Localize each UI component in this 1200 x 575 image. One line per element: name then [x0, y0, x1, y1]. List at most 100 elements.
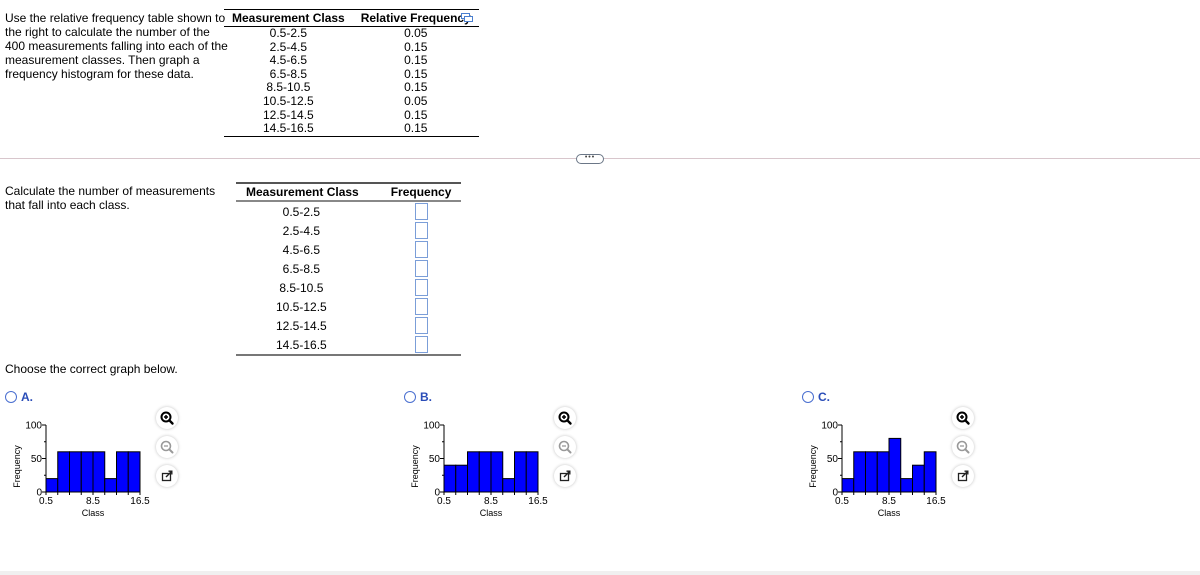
class-cell: 12.5-14.5: [276, 318, 327, 333]
histogram-bar: [57, 451, 70, 493]
frequency-input[interactable]: [414, 260, 428, 277]
freq-table-row: 2.5-4.5: [236, 221, 461, 240]
y-tick-label: 50: [429, 454, 441, 465]
relative-frequency-table: Measurement Class Relative Frequency 0.5…: [224, 9, 479, 137]
freq-table-row: 10.5-12.5: [236, 297, 461, 316]
x-tick-label: 8.5: [86, 496, 100, 507]
zoom-in-button[interactable]: [952, 407, 974, 429]
bottom-bar: [0, 571, 1200, 575]
frequency-input[interactable]: [414, 317, 428, 334]
x-tick-label: 16.5: [130, 496, 150, 507]
relfreq-cell: 0.15: [404, 53, 428, 68]
class-cell: 6.5-8.5: [282, 261, 321, 276]
col-header-frequency: Frequency: [380, 182, 462, 202]
rel-table-row: 8.5-10.5 0.15: [224, 81, 479, 95]
y-axis-label: Frequency: [12, 445, 22, 488]
radio-a[interactable]: [5, 391, 17, 403]
class-cell: 0.5-2.5: [282, 204, 321, 219]
rel-table-row: 2.5-4.5 0.15: [224, 39, 479, 55]
histogram-bar: [116, 451, 129, 493]
zoom-in-button[interactable]: [554, 407, 576, 429]
rel-table-row: 10.5-12.5 0.05: [224, 93, 479, 109]
col-header-relfreq: Relative Frequency: [352, 9, 479, 27]
freq-table-row: 4.5-6.5: [236, 240, 461, 259]
freq-table-row: 8.5-10.5: [236, 278, 461, 297]
histogram-a: 0501000.5 8.5 16.5ClassFrequency: [12, 421, 150, 519]
relfreq-cell: 0.15: [404, 80, 428, 95]
zoom-out-button[interactable]: [554, 436, 576, 458]
col-header-class: Measurement Class: [236, 182, 381, 202]
histogram-bar: [923, 451, 937, 493]
y-tick-label: 100: [821, 421, 838, 432]
zoom-out-button[interactable]: [952, 436, 974, 458]
histogram-bar: [841, 478, 855, 493]
option-c[interactable]: C.: [802, 390, 830, 404]
class-cell: 2.5-4.5: [269, 39, 308, 54]
class-cell: 10.5-12.5: [263, 93, 314, 108]
class-cell: 12.5-14.5: [263, 107, 314, 122]
radio-c[interactable]: [802, 391, 814, 403]
histogram-bar: [127, 451, 141, 493]
histogram-bar: [888, 437, 902, 493]
relfreq-cell: 0.15: [404, 39, 428, 54]
class-cell: 4.5-6.5: [282, 242, 321, 257]
x-tick-label: 16.5: [926, 496, 946, 507]
histogram-bar: [502, 478, 515, 493]
frequency-input[interactable]: [414, 222, 428, 239]
class-cell: 2.5-4.5: [282, 223, 321, 238]
x-axis-label: Class: [480, 508, 503, 518]
popout-button[interactable]: [156, 465, 178, 487]
class-cell: 14.5-16.5: [236, 335, 381, 356]
x-tick-label: 0.5: [437, 496, 451, 507]
rel-table-row: 4.5-6.5 0.15: [224, 54, 479, 68]
histogram-bar: [69, 451, 82, 493]
x-axis-label: Class: [82, 508, 105, 518]
more-button[interactable]: •••: [576, 154, 604, 164]
class-cell: 8.5-10.5: [266, 80, 311, 95]
histogram-bar: [45, 478, 59, 493]
class-cell: 4.5-6.5: [269, 53, 308, 68]
class-cell: 0.5-2.5: [269, 26, 308, 40]
freq-table-row: 0.5-2.5: [236, 201, 461, 221]
rel-table-row: 6.5-8.5 0.15: [224, 67, 479, 82]
option-a[interactable]: A.: [5, 390, 33, 404]
x-tick-label: 8.5: [484, 496, 498, 507]
x-tick-label: 16.5: [528, 496, 548, 507]
histogram-bar: [490, 451, 504, 493]
frequency-input[interactable]: [414, 336, 428, 353]
choose-instructions: Choose the correct graph below.: [5, 362, 178, 376]
y-axis-label: Frequency: [808, 445, 818, 488]
copy-table-icon[interactable]: [461, 12, 473, 22]
y-tick-label: 50: [31, 454, 43, 465]
popout-button[interactable]: [554, 465, 576, 487]
relfreq-cell: 0.15: [404, 107, 428, 122]
y-axis-label: Frequency: [410, 445, 420, 488]
class-cell: 8.5-10.5: [279, 280, 324, 295]
frequency-input[interactable]: [414, 203, 428, 220]
histogram-c: 0501000.5 8.5 16.5ClassFrequency: [808, 421, 946, 519]
zoom-out-button[interactable]: [156, 436, 178, 458]
intro-text: Use the relative frequency table shown t…: [5, 11, 228, 81]
histogram-bar: [443, 464, 457, 493]
rel-table-row: 12.5-14.5 0.15: [224, 107, 479, 123]
popout-button[interactable]: [952, 465, 974, 487]
x-axis-label: Class: [878, 508, 901, 518]
histogram-bar: [525, 451, 539, 493]
frequency-input[interactable]: [414, 298, 428, 315]
radio-b[interactable]: [404, 391, 416, 403]
rel-table-row: 14.5-16.5 0.15: [224, 121, 479, 137]
relfreq-cell: 0.05: [404, 26, 428, 40]
histogram-bar: [104, 478, 117, 493]
frequency-input[interactable]: [414, 241, 428, 258]
freq-table-row: 12.5-14.5: [236, 316, 461, 335]
histogram-bar: [900, 478, 913, 493]
relfreq-cell: 0.05: [404, 93, 428, 108]
x-tick-label: 0.5: [835, 496, 849, 507]
option-b[interactable]: B.: [404, 390, 432, 404]
histogram-bar: [853, 451, 866, 493]
zoom-in-button[interactable]: [156, 407, 178, 429]
frequency-input[interactable]: [414, 279, 428, 296]
relfreq-cell: 0.15: [352, 121, 479, 137]
y-tick-label: 50: [827, 454, 839, 465]
y-tick-label: 100: [25, 421, 42, 432]
